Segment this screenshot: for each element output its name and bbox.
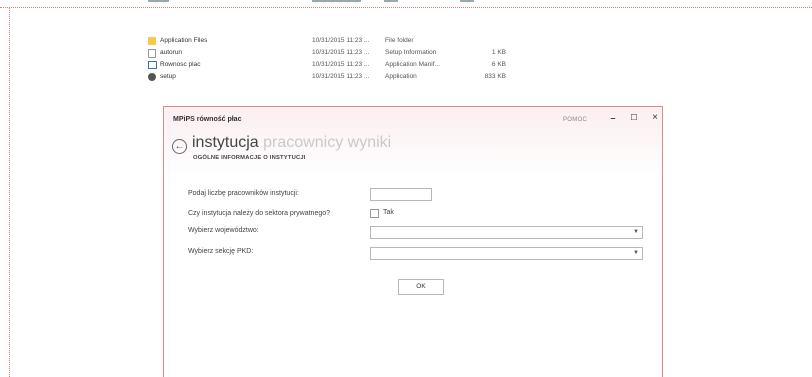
file-type: Application Manif... — [385, 61, 440, 68]
ok-button[interactable]: OK — [398, 279, 444, 295]
voivodeship-label: Wybierz województwo: — [188, 227, 259, 234]
file-type: File folder — [385, 37, 414, 44]
file-row-autorun[interactable]: autorun 10/31/2015 11:23 ... Setup Infor… — [148, 48, 518, 60]
file-name: setup — [160, 73, 176, 80]
step-navigation: instytucja pracownicy wyniki — [192, 134, 391, 152]
nav-step-wyniki[interactable]: wyniki — [348, 134, 392, 151]
application-icon — [148, 61, 157, 69]
employees-count-input[interactable] — [370, 188, 432, 201]
selection-border-left — [9, 7, 10, 377]
file-date: 10/31/2015 11:23 ... — [312, 61, 370, 68]
nav-step-instytucja[interactable]: instytucja — [192, 134, 259, 151]
file-row-rownosc-plac[interactable]: Rownosc plac 10/31/2015 11:23 ... Applic… — [148, 60, 518, 72]
section-subtitle: OGÓLNE INFORMACJE O INSTYTUCJI — [193, 155, 306, 161]
voivodeship-select[interactable]: ▼ — [370, 226, 643, 239]
file-size: 1 KB — [491, 49, 506, 56]
file-row-setup[interactable]: setup 10/31/2015 11:23 ... Application 8… — [148, 72, 518, 84]
private-sector-checkbox-label[interactable]: Tak — [383, 209, 394, 216]
file-type: Setup Information — [385, 49, 437, 56]
pkd-section-select[interactable]: ▼ — [370, 247, 643, 260]
file-name: Rownosc plac — [160, 61, 201, 68]
back-arrow-icon[interactable]: ← — [172, 139, 187, 154]
file-name: Application Files — [160, 37, 208, 44]
chevron-down-icon: ▼ — [633, 229, 639, 235]
folder-icon — [148, 37, 156, 45]
minimize-button[interactable]: – — [606, 111, 620, 125]
employees-count-label: Podaj liczbę pracowników instytucji: — [188, 190, 299, 197]
file-date: 10/31/2015 11:23 ... — [312, 49, 370, 56]
file-date: 10/31/2015 11:23 ... — [312, 37, 370, 44]
file-size: 6 KB — [491, 61, 506, 68]
app-dialog-window: MPiPS równość płac POMOC – ☐ × ← instytu… — [163, 106, 663, 377]
file-row-application-files[interactable]: Application Files 10/31/2015 11:23 ... F… — [148, 36, 518, 48]
private-sector-checkbox[interactable] — [370, 209, 379, 218]
file-date: 10/31/2015 11:23 ... — [312, 73, 370, 80]
help-link[interactable]: POMOC — [563, 117, 587, 123]
file-size: 833 KB — [484, 73, 506, 80]
dialog-title: MPiPS równość płac — [173, 116, 242, 123]
dialog-titlebar[interactable]: MPiPS równość płac POMOC – ☐ × — [164, 107, 662, 129]
file-name: autorun — [160, 49, 183, 56]
chevron-down-icon: ▼ — [633, 250, 639, 256]
nav-step-pracownicy[interactable]: pracownicy — [263, 134, 343, 151]
explorer-column-headers: ▬▬▬ ▬▬▬▬▬▬▬ ▬▬ ▬▬ — [148, 0, 474, 4]
setup-icon — [148, 73, 156, 81]
document-icon — [148, 49, 156, 58]
pkd-section-label: Wybierz sekcję PKD: — [188, 248, 254, 255]
maximize-button[interactable]: ☐ — [627, 111, 641, 125]
private-sector-label: Czy instytucja należy do sektora prywatn… — [188, 210, 331, 217]
close-button[interactable]: × — [648, 111, 662, 125]
file-type: Application — [385, 73, 417, 80]
